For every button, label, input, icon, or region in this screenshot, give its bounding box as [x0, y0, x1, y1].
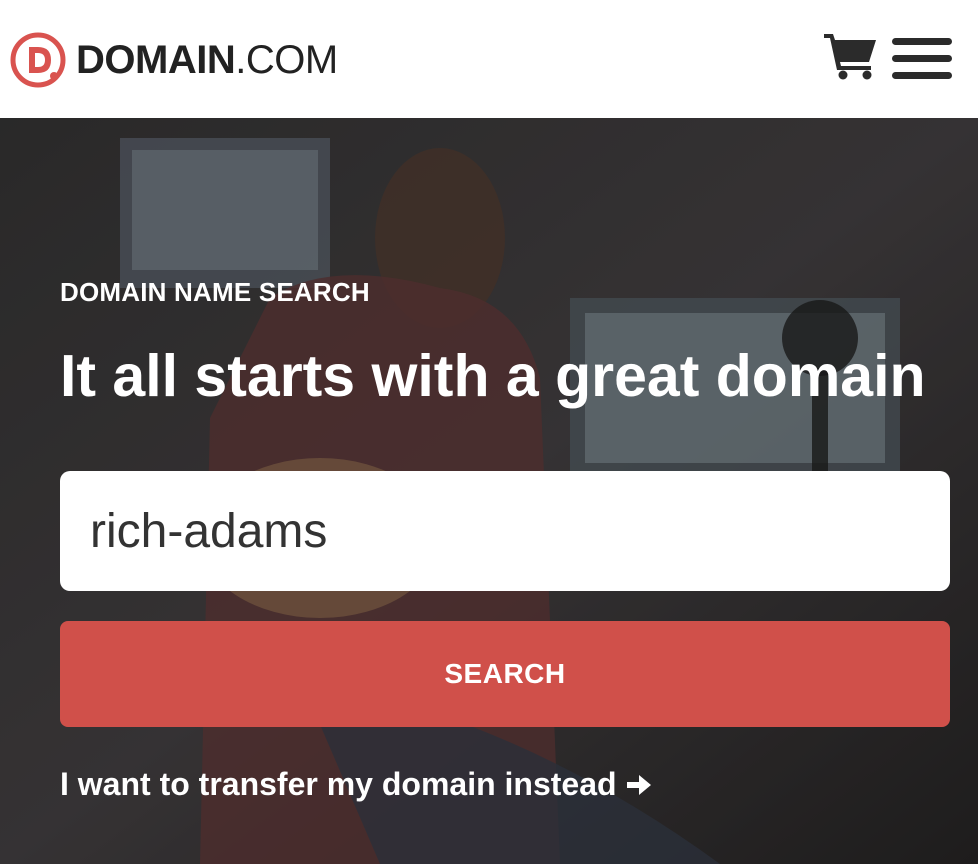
domain-com-logo[interactable]: DOMAIN.COM [10, 32, 338, 88]
logo-brand-suffix: .COM [235, 38, 338, 82]
site-header: DOMAIN.COM [0, 0, 978, 118]
arrow-right-icon [626, 774, 651, 795]
hero-section: DOMAIN NAME SEARCH It all starts with a … [0, 118, 978, 864]
hero-headline: It all starts with a great domain [60, 343, 926, 409]
hero-eyebrow: DOMAIN NAME SEARCH [60, 277, 370, 307]
logo-wordmark: DOMAIN.COM [76, 32, 338, 88]
logo-brand-bold: DOMAIN [76, 38, 236, 82]
logo-mark-icon [10, 32, 66, 88]
cart-icon[interactable] [822, 32, 878, 80]
transfer-link-label: I want to transfer my domain instead [60, 766, 617, 802]
search-button[interactable]: SEARCH [60, 621, 950, 727]
transfer-domain-link[interactable]: I want to transfer my domain instead [60, 766, 653, 803]
domain-search-input[interactable] [60, 471, 950, 591]
hamburger-menu-icon[interactable] [892, 38, 952, 80]
